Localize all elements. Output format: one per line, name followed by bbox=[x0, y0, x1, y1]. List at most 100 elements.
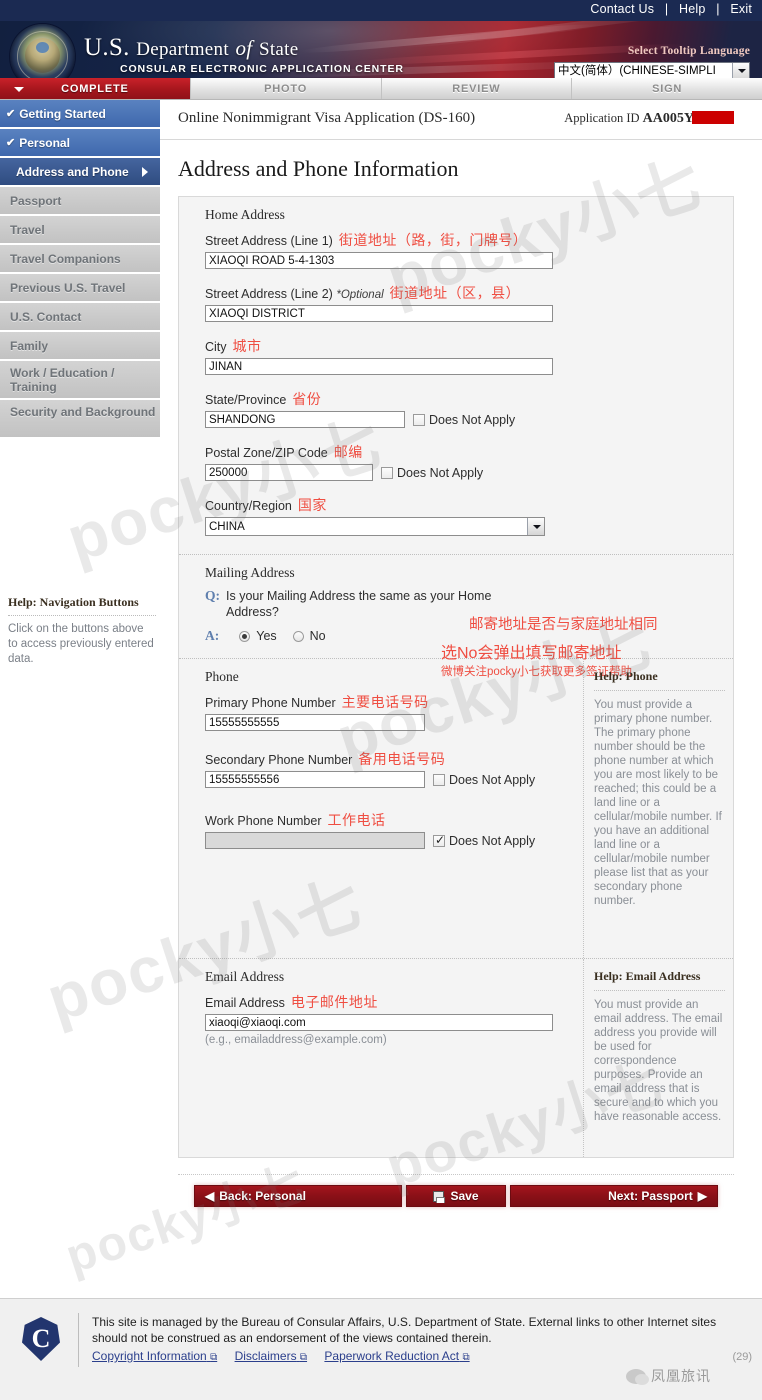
mailing-same-no-radio[interactable] bbox=[292, 630, 304, 642]
checkbox-box[interactable] bbox=[413, 413, 425, 426]
secondary-phone-input[interactable] bbox=[205, 771, 425, 788]
work-phone-label-cn: 工作电话 bbox=[327, 812, 386, 828]
tab-photo[interactable]: PHOTO bbox=[191, 78, 382, 99]
footer-text: This site is managed by the Bureau of Co… bbox=[92, 1315, 717, 1345]
application-id-value: AA005Y bbox=[642, 111, 694, 126]
state-input[interactable] bbox=[205, 411, 405, 428]
chevron-down-icon[interactable] bbox=[732, 63, 749, 78]
sidebar-help-panel: Help: Navigation Buttons Click on the bu… bbox=[8, 595, 156, 667]
country-label-cn: 国家 bbox=[297, 497, 327, 513]
sidebar-item-work-education-training[interactable]: Work / Education / Training bbox=[0, 361, 160, 399]
street2-optional-tag: *Optional bbox=[336, 289, 384, 301]
work-phone-label: Work Phone Number 工作电话 bbox=[205, 810, 579, 830]
form-title: Online Nonimmigrant Visa Application (DS… bbox=[178, 110, 476, 126]
tab-sign[interactable]: SIGN bbox=[572, 78, 762, 99]
form-panel: Home Address Street Address (Line 1) 街道地址… bbox=[178, 196, 734, 1158]
banner-title-department: Department bbox=[136, 39, 229, 60]
application-id: Application ID AA005Y bbox=[564, 111, 734, 127]
sidebar-item-address-and-phone[interactable]: Address and Phone bbox=[0, 158, 160, 186]
checkbox-box[interactable] bbox=[433, 833, 445, 847]
sidebar-item-us-contact[interactable]: U.S. Contact bbox=[0, 303, 160, 331]
tab-complete[interactable]: COMPLETE bbox=[0, 78, 191, 99]
country-select[interactable]: CHINA bbox=[205, 517, 545, 536]
sidebar-item-label: Passport bbox=[10, 193, 62, 208]
external-link-icon: ⧉ bbox=[210, 1352, 218, 1363]
form-navigation-buttons: ◀ Back: Personal Save Next: Passport ▶ bbox=[178, 1174, 734, 1219]
disclaimers-link-label: Disclaimers bbox=[234, 1349, 297, 1363]
mailing-address-title: Mailing Address bbox=[205, 565, 295, 580]
disclaimers-link[interactable]: Disclaimers ⧉ bbox=[235, 1349, 308, 1363]
country-label-text: Country/Region bbox=[205, 499, 292, 513]
postal-does-not-apply-checkbox[interactable]: Does Not Apply bbox=[381, 466, 483, 480]
save-button[interactable]: Save bbox=[406, 1185, 506, 1207]
street2-input[interactable] bbox=[205, 305, 553, 322]
top-utility-bar: Contact Us | Help | Exit bbox=[0, 0, 762, 21]
sidebar-item-previous-us-travel[interactable]: Previous U.S. Travel bbox=[0, 274, 160, 302]
caret-down-icon bbox=[14, 87, 24, 92]
email-input[interactable] bbox=[205, 1014, 553, 1031]
sidebar-item-getting-started[interactable]: ✔ Getting Started bbox=[0, 100, 160, 128]
email-label: Email Address 电子邮件地址 bbox=[205, 992, 579, 1012]
page-footer: C This site is managed by the Bureau of … bbox=[0, 1298, 762, 1400]
tooltip-language-select[interactable]: 中文(简体）(CHINESE-SIMPLI bbox=[554, 62, 750, 78]
phone-title: Phone bbox=[205, 669, 239, 684]
street1-input[interactable] bbox=[205, 252, 553, 269]
street1-label-cn: 街道地址（路，街，门牌号） bbox=[338, 232, 528, 248]
wechat-watermark: 凤凰旅讯 bbox=[626, 1361, 754, 1391]
chevron-down-icon[interactable] bbox=[527, 518, 544, 535]
back-button[interactable]: ◀ Back: Personal bbox=[194, 1185, 402, 1207]
phone-help-title: Help: Phone bbox=[594, 669, 725, 691]
mailing-same-yes-radio[interactable] bbox=[239, 630, 251, 642]
sidebar-item-security-and-background[interactable]: Security and Background bbox=[0, 400, 160, 438]
city-input[interactable] bbox=[205, 358, 553, 375]
banner-title-of: of bbox=[235, 36, 253, 60]
exit-link[interactable]: Exit bbox=[730, 2, 752, 16]
work-phone-input bbox=[205, 832, 425, 849]
sidebar-item-family[interactable]: Family bbox=[0, 332, 160, 360]
secondary-phone-does-not-apply-label: Does Not Apply bbox=[449, 772, 536, 787]
banner-title: U.S. Department of State bbox=[84, 34, 298, 62]
email-title: Email Address bbox=[205, 969, 285, 984]
copyright-information-link[interactable]: Copyright Information ⧉ bbox=[92, 1349, 217, 1363]
state-label-text: State/Province bbox=[205, 393, 287, 407]
sidebar-item-travel[interactable]: Travel bbox=[0, 216, 160, 244]
email-help-title: Help: Email Address bbox=[594, 969, 725, 991]
sidebar-item-passport[interactable]: Passport bbox=[0, 187, 160, 215]
email-help-panel: Help: Email Address You must provide an … bbox=[583, 959, 733, 1157]
postal-input[interactable] bbox=[205, 464, 373, 481]
sidebar-item-label: Personal bbox=[19, 135, 70, 150]
next-button[interactable]: Next: Passport ▶ bbox=[510, 1185, 718, 1207]
street2-label-cn: 街道地址（区，县） bbox=[389, 285, 521, 301]
postal-label: Postal Zone/ZIP Code 邮编 bbox=[205, 442, 579, 462]
email-field-group: Email Address 电子邮件地址 (e.g., emailaddress@… bbox=[205, 992, 579, 1046]
secondary-phone-label: Secondary Phone Number 备用电话号码 bbox=[205, 749, 579, 769]
sidebar-item-travel-companions[interactable]: Travel Companions bbox=[0, 245, 160, 273]
tab-photo-label: PHOTO bbox=[264, 83, 308, 95]
tab-review[interactable]: REVIEW bbox=[382, 78, 573, 99]
seal-eagle bbox=[25, 38, 60, 73]
paperwork-reduction-act-link[interactable]: Paperwork Reduction Act ⧉ bbox=[324, 1349, 469, 1363]
help-link[interactable]: Help bbox=[679, 2, 706, 16]
state-does-not-apply-checkbox[interactable]: Does Not Apply bbox=[413, 413, 515, 427]
next-button-label: Next: Passport bbox=[608, 1188, 693, 1203]
primary-phone-input[interactable] bbox=[205, 714, 425, 731]
department-of-state-seal-icon bbox=[10, 24, 75, 78]
email-help-body: You must provide an email address. The e… bbox=[594, 999, 723, 1123]
sidebar-help-body: Click on the buttons above to access pre… bbox=[8, 623, 154, 665]
save-disk-icon bbox=[433, 1190, 446, 1203]
email-section: Email Address Email Address 电子邮件地址 (e.g.,… bbox=[179, 959, 733, 1157]
next-arrow-icon: ▶ bbox=[697, 1188, 707, 1203]
secondary-phone-does-not-apply-checkbox[interactable]: Does Not Apply bbox=[433, 773, 535, 787]
site-banner: U.S. Department of State CONSULAR ELECTR… bbox=[0, 21, 762, 78]
country-select-value: CHINA bbox=[209, 520, 245, 533]
redaction-bar bbox=[692, 111, 734, 124]
link-separator: | bbox=[716, 2, 720, 16]
sidebar-item-personal[interactable]: ✔ Personal bbox=[0, 129, 160, 157]
work-phone-does-not-apply-checkbox[interactable]: Does Not Apply bbox=[433, 833, 535, 848]
wechat-watermark-text: 凤凰旅讯 bbox=[651, 1368, 711, 1384]
save-button-label: Save bbox=[450, 1188, 479, 1203]
chevron-right-icon bbox=[142, 166, 148, 177]
checkbox-box[interactable] bbox=[433, 773, 445, 786]
contact-us-link[interactable]: Contact Us bbox=[590, 2, 654, 16]
checkbox-box[interactable] bbox=[381, 466, 393, 479]
